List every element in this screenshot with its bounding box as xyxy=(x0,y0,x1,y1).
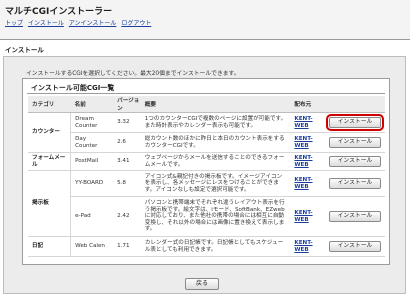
source-link[interactable]: KENT-WEB xyxy=(294,155,312,168)
source-link[interactable]: KENT-WEB xyxy=(294,240,312,253)
category-cell: 日記 xyxy=(28,236,72,257)
card-divider xyxy=(27,93,385,94)
source-link[interactable]: KENT-WEB xyxy=(294,177,312,190)
section-title: インストール xyxy=(5,46,44,54)
install-button[interactable]: インストール xyxy=(328,178,381,189)
header-source: 配布元 xyxy=(290,96,325,113)
header-category: カテゴリ xyxy=(28,96,71,113)
cgi-version: 1.71 xyxy=(113,236,141,257)
header-summary: 概要 xyxy=(140,96,291,113)
header-name: 名前 xyxy=(70,96,114,113)
nav-top-link[interactable]: トップ xyxy=(5,20,23,27)
cgi-version: 2.42 xyxy=(113,196,141,237)
cgi-version: 5.8 xyxy=(113,170,141,197)
cgi-description: 1つのカウンターCGIで複数のページに設置が可能です。また時計表示やカレンダー表… xyxy=(140,112,291,133)
source-link[interactable]: KENT-WEB xyxy=(294,116,312,129)
header-action xyxy=(324,96,385,113)
cgi-description: カレンダー式の日記帳です。日記帳としてもスケジュール表としても利用できます。 xyxy=(140,236,291,257)
install-button[interactable]: インストール xyxy=(328,211,381,222)
nav-install-link[interactable]: インストール xyxy=(28,20,64,27)
table-row: フォームメール PostMail 3.41 ウェブページからメールを送信すること… xyxy=(28,152,385,171)
nav-uninstall-link[interactable]: アンインストール xyxy=(69,20,117,27)
cgi-version: 2.6 xyxy=(113,132,141,153)
back-button[interactable]: 戻る xyxy=(185,278,219,290)
cgi-name: Web Calen xyxy=(70,236,114,257)
cgi-name: Dream Counter xyxy=(70,112,114,133)
cgi-version: 3.32 xyxy=(113,112,141,133)
table-row: e-Pad 2.42 パソコンと携帯端末でそれぞれ違うレイアウト表示を行う掲示板… xyxy=(28,196,385,237)
cgi-name: Day Counter xyxy=(70,132,114,153)
cgi-description: アイコン式&親記付きの掲示板です。イメージアイコンを表示し、各メッセージにレスを… xyxy=(140,170,291,197)
card-title: インストール可能CGI一覧 xyxy=(31,84,115,92)
nav-logout-link[interactable]: ログアウト xyxy=(121,20,151,27)
install-button[interactable]: インストール xyxy=(328,137,381,148)
source-link[interactable]: KENT-WEB xyxy=(294,210,312,223)
category-cell: フォームメール xyxy=(28,152,72,171)
cgi-name: YY-BOARD xyxy=(70,170,114,197)
table-row: Day Counter 2.6 総カウント数のほかに昨日と本日のカウント表示をす… xyxy=(28,132,385,153)
cgi-table: カテゴリ 名前 バージョン 概要 配布元 カウンター Dream Counter… xyxy=(28,96,385,257)
cgi-name: e-Pad xyxy=(70,196,114,237)
table-row: 掲示板 YY-BOARD 5.8 アイコン式&親記付きの掲示板です。イメージアイ… xyxy=(28,170,385,237)
app-title: マルチCGIインストーラー xyxy=(5,7,113,17)
cgi-name: PostMail xyxy=(70,152,114,171)
source-link[interactable]: KENT-WEB xyxy=(294,136,312,149)
table-header-row: カテゴリ 名前 バージョン 概要 配布元 xyxy=(28,96,385,113)
cgi-description: パソコンと携帯端末でそれぞれ違うレイアウト表示を行う掲示板です。絵文字は、iモー… xyxy=(140,196,291,237)
install-button[interactable]: インストール xyxy=(325,114,384,131)
table-row: カウンター Dream Counter 3.32 1つのカウンターCGIで複数の… xyxy=(28,112,385,153)
intro-text: インストールするCGIを選択してください。最大20個までインストールできます。 xyxy=(26,71,240,77)
header-bar: マルチCGIインストーラー トップ インストール アンインストール ログアウト xyxy=(0,0,410,40)
install-button[interactable]: インストール xyxy=(328,156,381,167)
install-button[interactable]: インストール xyxy=(328,241,381,252)
nav-links: トップ インストール アンインストール ログアウト xyxy=(5,18,154,27)
category-cell: 掲示板 xyxy=(28,170,72,237)
category-cell: カウンター xyxy=(28,112,72,153)
cgi-description: 総カウント数のほかに昨日と本日のカウント表示をするカウンターCGIです。 xyxy=(140,132,291,153)
cgi-description: ウェブページからメールを送信することのできるフォームメールです。 xyxy=(140,152,291,171)
cgi-version: 3.41 xyxy=(113,152,141,171)
table-row: 日記 Web Calen 1.71 カレンダー式の日記帳です。日記帳としてもスケ… xyxy=(28,236,385,257)
header-version: バージョン xyxy=(113,96,141,113)
